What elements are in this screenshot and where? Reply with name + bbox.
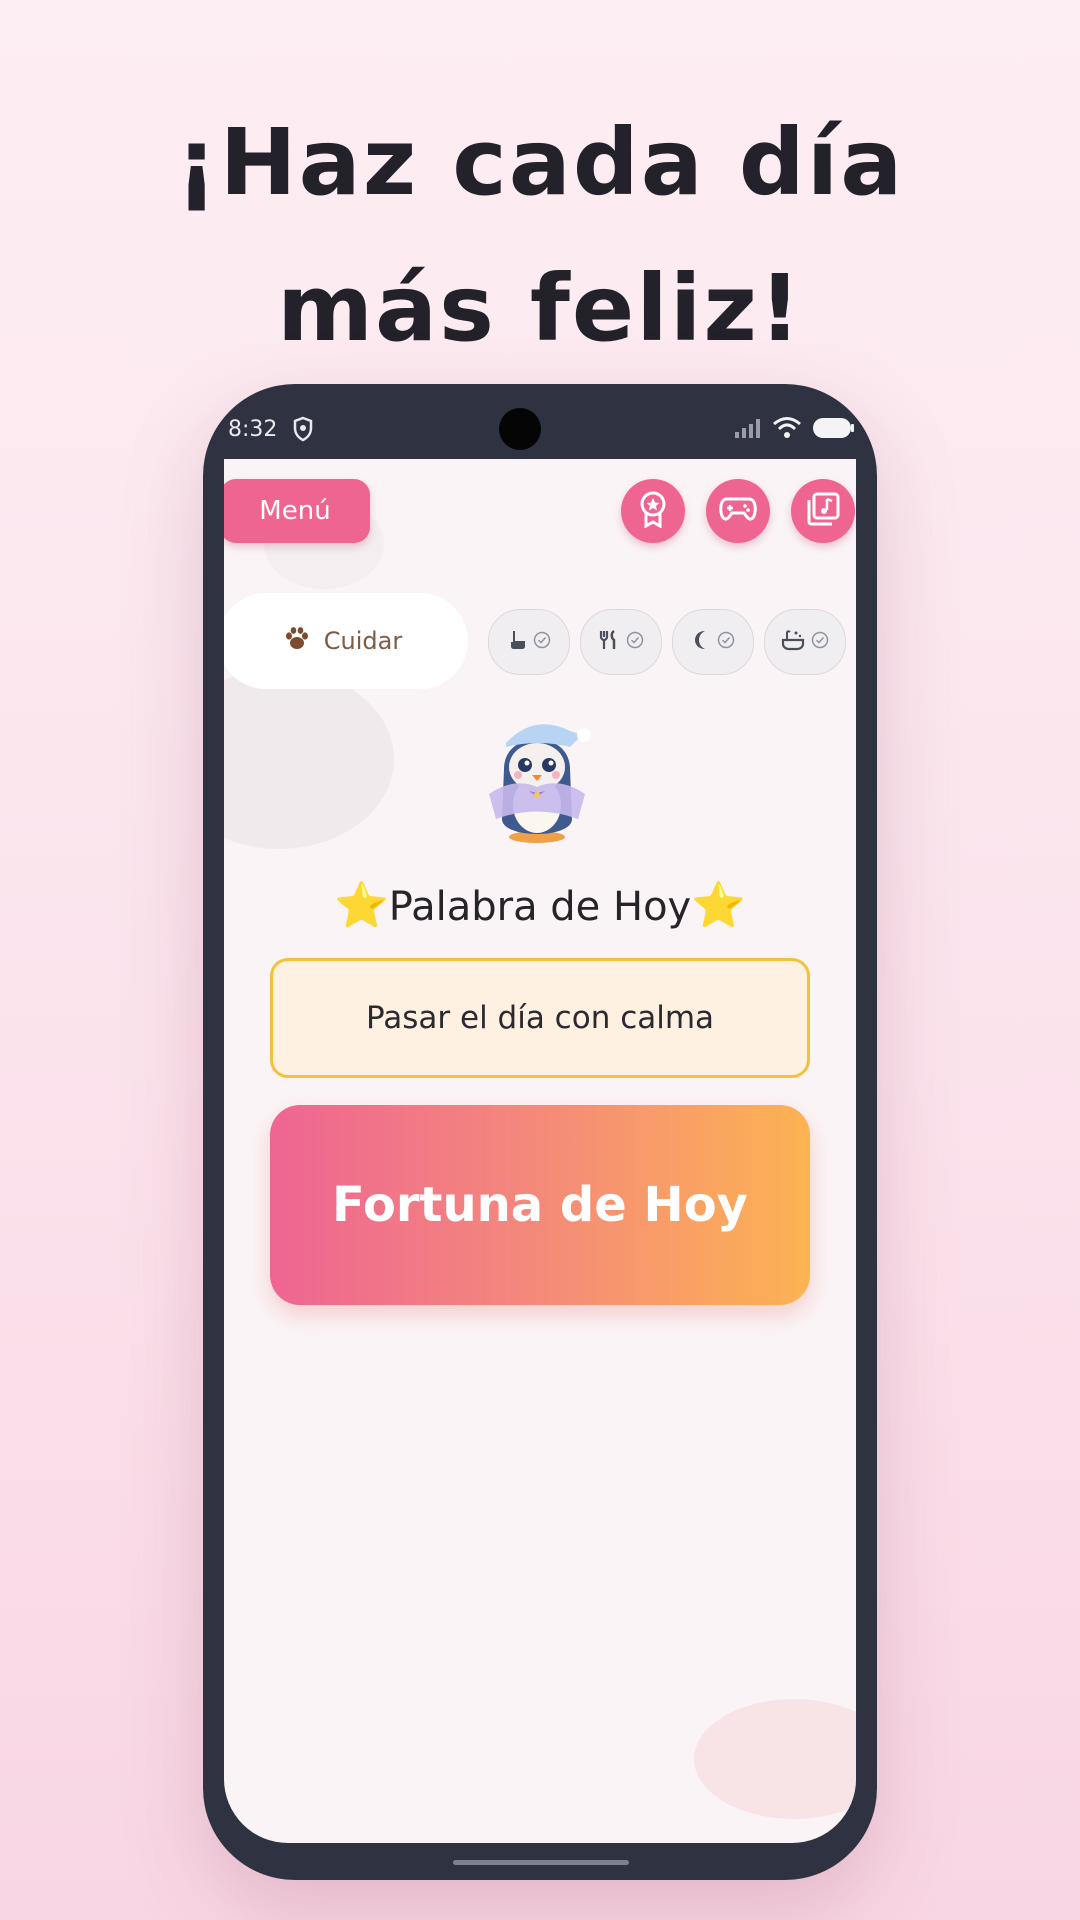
care-tab-label: Cuidar	[323, 627, 403, 655]
games-button[interactable]	[706, 479, 770, 543]
check-icon	[626, 631, 644, 653]
task-chip-bath[interactable]	[764, 609, 846, 675]
award-badge-icon	[636, 490, 670, 532]
music-library-button[interactable]	[791, 479, 855, 543]
status-time: 8:32	[228, 417, 278, 442]
app-screen: Menú Cuidar ⭐Palabra de Hoy⭐ Pasar el dí…	[224, 459, 856, 1843]
fork-knife-icon	[598, 629, 620, 655]
task-chip-sleep[interactable]	[672, 609, 754, 675]
paw-icon	[284, 626, 310, 656]
front-camera	[499, 408, 541, 450]
check-icon	[811, 631, 829, 653]
promo-headline: ¡Haz cada día más feliz!	[0, 90, 1080, 382]
fortune-of-day-button[interactable]: Fortuna de Hoy	[270, 1105, 810, 1305]
word-of-day-title-text: Palabra de Hoy	[388, 884, 692, 930]
pointer-hand-icon	[507, 629, 527, 655]
check-icon	[533, 631, 551, 653]
signal-icon	[734, 417, 762, 445]
star-icon: ⭐	[333, 880, 389, 931]
care-tab[interactable]: Cuidar	[224, 593, 468, 689]
background-cloud-decoration	[224, 669, 394, 849]
menu-button[interactable]: Menú	[224, 479, 370, 543]
bath-icon	[781, 629, 805, 655]
check-icon	[717, 631, 735, 653]
shield-icon	[292, 416, 314, 448]
awards-button[interactable]	[621, 479, 685, 543]
word-of-day-title: ⭐Palabra de Hoy⭐	[224, 879, 856, 931]
headline-line-1: ¡Haz cada día	[175, 109, 905, 216]
gamepad-icon	[719, 495, 757, 527]
penguin-pet-character[interactable]	[474, 709, 600, 847]
wifi-icon	[772, 416, 802, 446]
headline-line-2: más feliz!	[277, 255, 803, 362]
home-indicator[interactable]	[453, 1860, 629, 1865]
star-icon: ⭐	[691, 880, 747, 931]
background-leaf-decoration	[694, 1699, 856, 1819]
word-of-day-box: Pasar el día con calma	[270, 958, 810, 1078]
moon-icon	[691, 629, 711, 655]
battery-icon	[812, 416, 856, 446]
phone-frame: 8:32 Menú Cuidar ⭐Palabra de Hoy⭐ Pasar …	[203, 384, 877, 1880]
status-icons	[734, 416, 856, 446]
music-library-icon	[805, 491, 841, 531]
task-chip-feed[interactable]	[580, 609, 662, 675]
task-chip-touch[interactable]	[488, 609, 570, 675]
